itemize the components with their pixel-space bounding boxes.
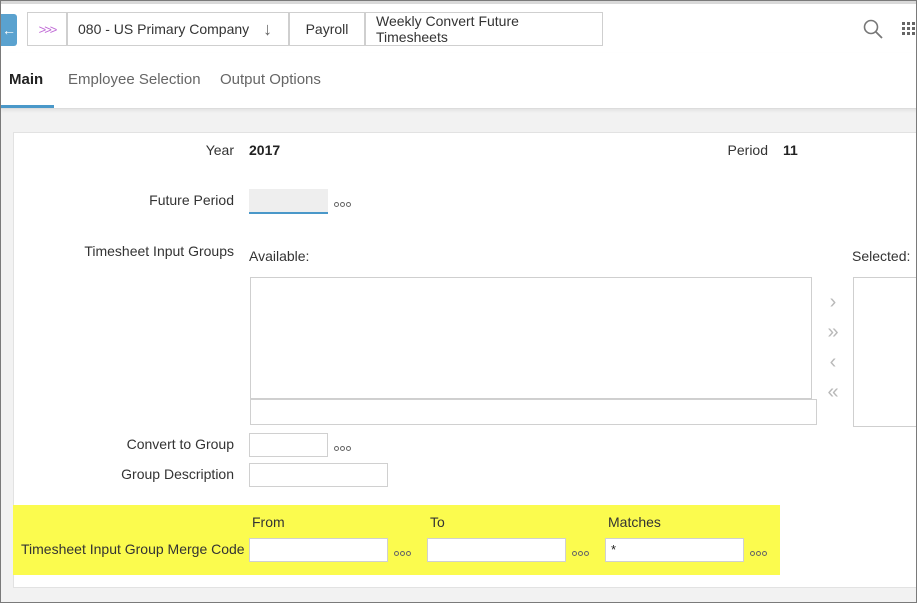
convert-to-group-label: Convert to Group (126, 436, 234, 452)
merge-code-label: Timesheet Input Group Merge Code (21, 541, 245, 557)
move-all-right-icon[interactable]: » (821, 321, 845, 344)
input-groups-label: Timesheet Input Groups (84, 243, 234, 259)
available-groups-list[interactable] (250, 277, 812, 399)
move-right-icon[interactable]: › (821, 291, 845, 314)
merge-from-lookup-icon[interactable] (394, 545, 412, 559)
tab-employee-selection[interactable]: Employee Selection (68, 71, 201, 88)
convert-to-group-lookup-icon[interactable] (334, 440, 352, 454)
selected-groups-list[interactable] (853, 277, 916, 427)
breadcrumb-task-label: Weekly Convert Future Timesheets (376, 13, 519, 45)
merge-from-input[interactable] (249, 538, 388, 562)
merge-to-lookup-icon[interactable] (572, 545, 590, 559)
future-period-input[interactable] (249, 189, 328, 214)
merge-matches-input[interactable]: * (605, 538, 744, 562)
top-bar: ← >>> 080 - US Primary Company ↓ Payroll… (1, 1, 917, 53)
breadcrumb-payroll[interactable]: Payroll (289, 12, 365, 46)
merge-matches-label: Matches (608, 514, 661, 530)
year-label: Year (205, 142, 234, 158)
app-window: ← >>> 080 - US Primary Company ↓ Payroll… (0, 0, 917, 603)
available-label: Available: (249, 248, 310, 264)
available-filter-input[interactable] (250, 399, 817, 425)
back-button[interactable]: ← (1, 14, 17, 46)
future-period-label: Future Period (149, 192, 234, 208)
tab-main[interactable]: Main (9, 71, 43, 88)
period-label: Period (727, 142, 768, 158)
breadcrumb-home[interactable]: >>> (27, 12, 67, 46)
group-description-label: Group Description (121, 466, 234, 482)
move-all-left-icon[interactable]: « (821, 381, 845, 404)
merge-to-label: To (430, 514, 445, 530)
merge-from-label: From (252, 514, 285, 530)
tab-output-options[interactable]: Output Options (220, 71, 321, 88)
future-period-lookup-icon[interactable] (334, 196, 352, 210)
merge-matches-lookup-icon[interactable] (750, 545, 768, 559)
active-tab-indicator (1, 105, 54, 108)
search-icon[interactable] (863, 19, 883, 39)
year-value: 2017 (249, 142, 281, 158)
tab-bar: Main Employee Selection Output Options (1, 53, 916, 109)
selected-label: Selected: (852, 248, 911, 264)
group-description-input[interactable] (249, 463, 388, 487)
convert-to-group-input[interactable] (249, 433, 328, 457)
period-value: 11 (783, 142, 798, 158)
arrow-left-icon: ← (2, 22, 16, 38)
move-left-icon[interactable]: ‹ (821, 351, 845, 374)
triple-chevron-icon: >>> (38, 21, 58, 37)
breadcrumb-payroll-label: Payroll (305, 21, 349, 37)
breadcrumb-task[interactable]: Weekly Convert Future Timesheets (365, 12, 603, 46)
app-grid-icon[interactable] (902, 22, 917, 38)
breadcrumb-company[interactable]: 080 - US Primary Company ↓ (67, 12, 289, 46)
arrow-down-icon[interactable]: ↓ (263, 19, 272, 40)
breadcrumb-company-label: 080 - US Primary Company (78, 21, 250, 37)
merge-to-input[interactable] (427, 538, 566, 562)
